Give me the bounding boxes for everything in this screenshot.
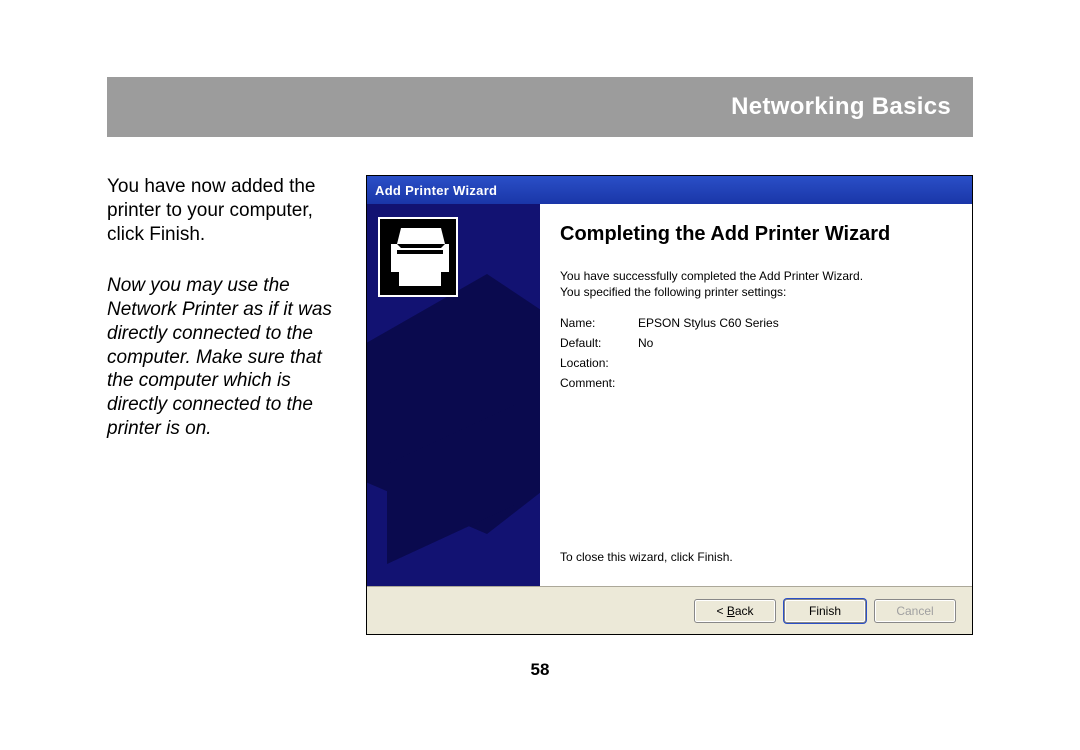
wizard-close-hint: To close this wizard, click Finish. bbox=[560, 550, 952, 574]
setting-row-comment: Comment: bbox=[560, 376, 952, 390]
manual-page: Networking Basics You have now added the… bbox=[0, 0, 1080, 750]
add-printer-wizard-window: Add Printer Wizard bbox=[366, 175, 973, 635]
setting-row-location: Location: bbox=[560, 356, 952, 370]
wizard-button-bar: < Back Finish Cancel bbox=[367, 586, 972, 634]
wizard-titlebar: Add Printer Wizard bbox=[367, 176, 972, 204]
setting-label: Name: bbox=[560, 316, 638, 330]
wizard-description: You have successfully completed the Add … bbox=[560, 268, 952, 300]
wizard-side-graphic bbox=[367, 204, 540, 586]
page-number: 58 bbox=[0, 660, 1080, 680]
instruction-text: You have now added the printer to your c… bbox=[107, 175, 352, 441]
setting-row-name: Name: EPSON Stylus C60 Series bbox=[560, 316, 952, 330]
back-button[interactable]: < Back bbox=[694, 599, 776, 623]
wizard-title: Add Printer Wizard bbox=[375, 183, 497, 198]
wizard-desc-line-2: You specified the following printer sett… bbox=[560, 284, 952, 300]
wizard-heading: Completing the Add Printer Wizard bbox=[560, 222, 952, 246]
wizard-desc-line-1: You have successfully completed the Add … bbox=[560, 268, 952, 284]
section-header: Networking Basics bbox=[107, 77, 973, 137]
wizard-body: Completing the Add Printer Wizard You ha… bbox=[367, 204, 972, 586]
setting-value: No bbox=[638, 336, 653, 350]
setting-row-default: Default: No bbox=[560, 336, 952, 350]
setting-label: Location: bbox=[560, 356, 638, 370]
wizard-content: Completing the Add Printer Wizard You ha… bbox=[540, 204, 972, 586]
wizard-settings: Name: EPSON Stylus C60 Series Default: N… bbox=[560, 316, 952, 396]
finish-button[interactable]: Finish bbox=[784, 599, 866, 623]
instruction-para-1: You have now added the printer to your c… bbox=[107, 175, 352, 246]
setting-value: EPSON Stylus C60 Series bbox=[638, 316, 779, 330]
section-title: Networking Basics bbox=[731, 93, 951, 121]
instruction-para-2: Now you may use the Network Printer as i… bbox=[107, 274, 352, 440]
setting-label: Comment: bbox=[560, 376, 638, 390]
cancel-button[interactable]: Cancel bbox=[874, 599, 956, 623]
printer-icon bbox=[367, 204, 540, 584]
setting-label: Default: bbox=[560, 336, 638, 350]
